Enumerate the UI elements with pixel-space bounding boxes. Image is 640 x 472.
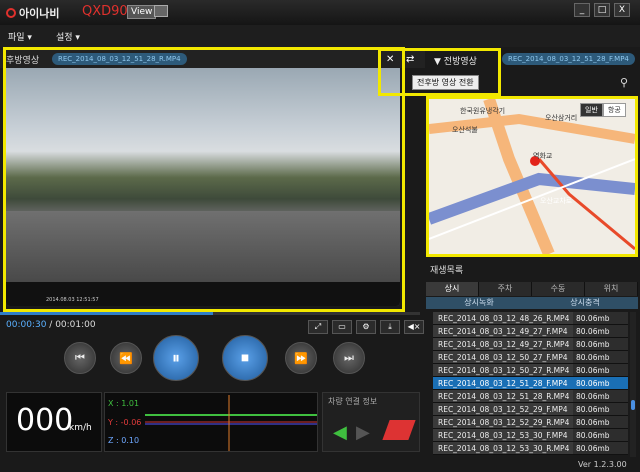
close-view-icon[interactable]: ✕ <box>386 54 394 65</box>
video-highlight <box>3 47 405 312</box>
view-tag: View <box>127 5 157 19</box>
stop-button[interactable]: ⏹ <box>222 335 268 381</box>
pause-button[interactable]: ⏸ <box>153 335 199 381</box>
file-size: 80.06mb <box>573 312 628 324</box>
file-name: REC_2014_08_03_12_52_29_F.MP4 <box>433 403 573 415</box>
maximize-button[interactable]: □ <box>594 3 610 17</box>
map-type-toggle[interactable]: 일반 항공 <box>580 103 626 117</box>
map-label: 오산교차로 <box>540 197 573 205</box>
tab-parking[interactable]: 주차 <box>479 282 532 296</box>
fullscreen-icon[interactable]: ⤢ <box>308 320 328 334</box>
tab-manual[interactable]: 수동 <box>532 282 585 296</box>
playlist: REC_2014_08_03_12_48_26_R.MP4 80.06mb REC… <box>433 312 628 455</box>
logo-icon <box>6 8 16 18</box>
subheader-impact[interactable]: 상시충격 <box>532 297 638 309</box>
close-button[interactable]: X <box>614 3 630 17</box>
file-name: REC_2014_08_03_12_49_27_F.MP4 <box>433 325 573 337</box>
download-icon[interactable]: ⤓ <box>380 320 400 334</box>
file-size: 80.06mb <box>573 442 628 454</box>
map-label: 오산석불 <box>452 126 478 134</box>
list-item[interactable]: REC_2014_08_03_12_51_28_R.MP4 80.06mb <box>433 390 628 403</box>
file-size: 80.06mb <box>573 403 628 415</box>
map-label: 오산삼거리 <box>545 114 578 122</box>
front-video-label: 전방영상 <box>443 57 477 67</box>
list-item[interactable]: REC_2014_08_03_12_53_30_F.MP4 80.06mb <box>433 429 628 442</box>
map-aerial-button[interactable]: 항공 <box>602 103 626 117</box>
file-name: REC_2014_08_03_12_48_26_R.MP4 <box>433 312 573 324</box>
screen-mode-icon[interactable]: ▭ <box>332 320 352 334</box>
menu-bar <box>0 25 640 47</box>
swap-view-icon[interactable]: ⇄ <box>406 54 414 65</box>
file-name: REC_2014_08_03_12_53_30_F.MP4 <box>433 429 573 441</box>
version-label: Ver 1.2.3.00 <box>578 460 627 469</box>
file-size: 80.06mb <box>573 377 628 389</box>
list-item[interactable]: REC_2014_08_03_12_52_29_F.MP4 80.06mb <box>433 403 628 416</box>
list-item[interactable]: REC_2014_08_03_12_50_27_R.MP4 80.06mb <box>433 364 628 377</box>
front-file-tag: REC_2014_08_03_12_51_28_F.MP4 <box>502 53 635 65</box>
arrow-right-icon: ▶ <box>356 422 370 443</box>
list-item[interactable]: REC_2014_08_03_12_48_26_R.MP4 80.06mb <box>433 312 628 325</box>
file-size: 80.06mb <box>573 416 628 428</box>
file-name: REC_2014_08_03_12_51_28_R.MP4 <box>433 390 573 402</box>
file-size: 80.06mb <box>573 325 628 337</box>
playlist-tabs: 상시 주차 수동 위치 <box>426 282 638 296</box>
list-item-selected[interactable]: REC_2014_08_03_12_51_28_F.MP4 80.06mb <box>433 377 628 390</box>
scrollbar-thumb[interactable] <box>631 400 635 410</box>
speed-value: 000 <box>16 403 74 438</box>
file-name: REC_2014_08_03_12_51_28_F.MP4 <box>433 377 573 389</box>
playlist-scrollbar[interactable] <box>630 312 636 457</box>
arrow-left-icon: ◀ <box>333 422 347 443</box>
speed-unit: km/h <box>69 423 92 433</box>
file-size: 80.06mb <box>573 338 628 350</box>
file-size: 80.06mb <box>573 351 628 363</box>
playlist-title: 재생목록 <box>430 266 464 276</box>
progress-fill <box>0 312 213 315</box>
camera-icon[interactable] <box>154 5 168 17</box>
mute-icon[interactable]: ◀× <box>404 320 424 334</box>
menu-file[interactable]: 파일 ▾ <box>8 30 32 43</box>
rewind-button[interactable]: ⏪ <box>110 342 142 374</box>
settings-icon[interactable]: ⚙ <box>356 320 376 334</box>
prev-file-button[interactable]: ⏮ <box>64 342 96 374</box>
next-file-button[interactable]: ⏭ <box>333 342 365 374</box>
list-item[interactable]: REC_2014_08_03_12_49_27_R.MP4 80.06mb <box>433 338 628 351</box>
list-item[interactable]: REC_2014_08_03_12_50_27_F.MP4 80.06mb <box>433 351 628 364</box>
app-logo: 아이나비 <box>6 5 59 21</box>
gsensor-x: X : 1.01 <box>108 399 140 408</box>
gsensor-y: Y : -0.06 <box>108 418 142 427</box>
map-label: 역화교 <box>533 152 553 160</box>
fast-forward-button[interactable]: ⏩ <box>285 342 317 374</box>
file-name: REC_2014_08_03_12_49_27_R.MP4 <box>433 338 573 350</box>
file-size: 80.06mb <box>573 364 628 376</box>
total-time: / 00:01:00 <box>49 320 96 330</box>
car-panel-title: 차량 연결 정보 <box>328 397 378 406</box>
list-item[interactable]: REC_2014_08_03_12_49_27_F.MP4 80.06mb <box>433 325 628 338</box>
tab-location[interactable]: 위치 <box>585 282 638 296</box>
file-size: 80.06mb <box>573 429 628 441</box>
subheader-continuous[interactable]: 상시녹화 <box>426 297 532 309</box>
file-name: REC_2014_08_03_12_52_29_R.MP4 <box>433 416 573 428</box>
logo-text: 아이나비 <box>19 7 60 20</box>
file-name: REC_2014_08_03_12_50_27_R.MP4 <box>433 364 573 376</box>
swap-tooltip: 전후방 영상 전환 <box>412 75 479 90</box>
map-normal-button[interactable]: 일반 <box>580 103 603 117</box>
time-display: 00:00:30 / 00:01:00 <box>6 320 96 330</box>
minimize-button[interactable]: _ <box>574 3 590 17</box>
map-label: 한국원유냉각기 <box>460 107 506 115</box>
front-video-dropdown[interactable]: ▼ 전방영상 <box>434 54 477 67</box>
map-highlight <box>426 96 638 257</box>
list-item[interactable]: REC_2014_08_03_12_52_29_R.MP4 80.06mb <box>433 416 628 429</box>
file-size: 80.06mb <box>573 390 628 402</box>
file-name: REC_2014_08_03_12_53_30_R.MP4 <box>433 442 573 454</box>
gsensor-z: Z : 0.10 <box>108 436 140 445</box>
file-name: REC_2014_08_03_12_50_27_F.MP4 <box>433 351 573 363</box>
list-item[interactable]: REC_2014_08_03_12_53_30_R.MP4 80.06mb <box>433 442 628 455</box>
menu-settings[interactable]: 설정 ▾ <box>56 30 80 43</box>
map-pin-icon[interactable]: ⚲ <box>620 76 628 89</box>
playlist-subheader: 상시녹화 상시충격 <box>426 297 638 309</box>
current-time: 00:00:30 <box>6 320 47 330</box>
tab-continuous[interactable]: 상시 <box>426 282 479 296</box>
